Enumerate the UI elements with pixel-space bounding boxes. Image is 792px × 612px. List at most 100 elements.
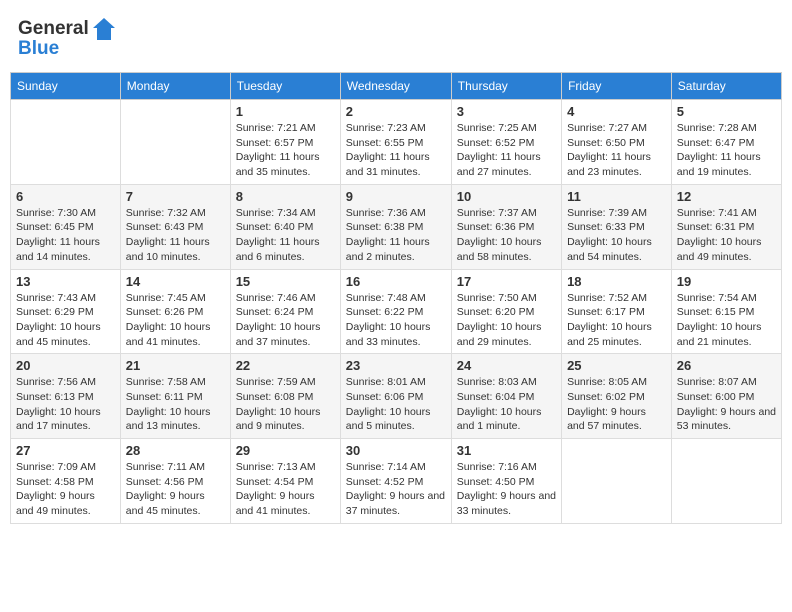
day-cell: 18 Sunrise: 7:52 AMSunset: 6:17 PMDayligh… bbox=[562, 269, 672, 354]
day-cell bbox=[11, 100, 121, 185]
day-cell: 17 Sunrise: 7:50 AMSunset: 6:20 PMDayligh… bbox=[451, 269, 561, 354]
day-number: 25 bbox=[567, 358, 666, 373]
day-info: Sunrise: 7:21 AMSunset: 6:57 PMDaylight:… bbox=[236, 121, 335, 180]
day-info: Sunrise: 8:07 AMSunset: 6:00 PMDaylight:… bbox=[677, 375, 776, 434]
day-cell: 13 Sunrise: 7:43 AMSunset: 6:29 PMDayligh… bbox=[11, 269, 121, 354]
day-number: 23 bbox=[346, 358, 446, 373]
weekday-header-tuesday: Tuesday bbox=[230, 73, 340, 100]
day-cell: 16Sunrise: 7:48 AMSunset: 6:22 PMDayligh… bbox=[340, 269, 451, 354]
weekday-header-saturday: Saturday bbox=[671, 73, 781, 100]
day-number: 16 bbox=[346, 274, 446, 289]
day-cell: 26 Sunrise: 8:07 AMSunset: 6:00 PMDayligh… bbox=[671, 354, 781, 439]
day-info: Sunrise: 7:43 AMSunset: 6:29 PMDaylight:… bbox=[16, 291, 115, 350]
day-cell: 2 Sunrise: 7:23 AMSunset: 6:55 PMDaylight… bbox=[340, 100, 451, 185]
day-cell: 12 Sunrise: 7:41 AMSunset: 6:31 PMDayligh… bbox=[671, 184, 781, 269]
day-number: 4 bbox=[567, 104, 666, 119]
day-info: Sunrise: 7:14 AMSunset: 4:52 PMDaylight:… bbox=[346, 460, 446, 519]
day-cell: 20 Sunrise: 7:56 AMSunset: 6:13 PMDayligh… bbox=[11, 354, 121, 439]
day-cell: 29 Sunrise: 7:13 AMSunset: 4:54 PMDayligh… bbox=[230, 439, 340, 524]
day-info: Sunrise: 7:28 AMSunset: 6:47 PMDaylight:… bbox=[677, 121, 776, 180]
day-number: 20 bbox=[16, 358, 115, 373]
day-cell: 24 Sunrise: 8:03 AMSunset: 6:04 PMDayligh… bbox=[451, 354, 561, 439]
day-info: Sunrise: 7:54 AMSunset: 6:15 PMDaylight:… bbox=[677, 291, 776, 350]
day-cell: 9 Sunrise: 7:36 AMSunset: 6:38 PMDaylight… bbox=[340, 184, 451, 269]
day-cell: 5 Sunrise: 7:28 AMSunset: 6:47 PMDaylight… bbox=[671, 100, 781, 185]
day-number: 12 bbox=[677, 189, 776, 204]
day-info: Sunrise: 7:41 AMSunset: 6:31 PMDaylight:… bbox=[677, 206, 776, 265]
week-row-4: 20 Sunrise: 7:56 AMSunset: 6:13 PMDayligh… bbox=[11, 354, 782, 439]
day-number: 14 bbox=[126, 274, 225, 289]
day-cell: 27Sunrise: 7:09 AMSunset: 4:58 PMDayligh… bbox=[11, 439, 121, 524]
weekday-header-wednesday: Wednesday bbox=[340, 73, 451, 100]
day-cell: 21 Sunrise: 7:58 AMSunset: 6:11 PMDayligh… bbox=[120, 354, 230, 439]
day-number: 17 bbox=[457, 274, 556, 289]
day-info: Sunrise: 7:37 AMSunset: 6:36 PMDaylight:… bbox=[457, 206, 556, 265]
day-number: 26 bbox=[677, 358, 776, 373]
day-info: Sunrise: 7:50 AMSunset: 6:20 PMDaylight:… bbox=[457, 291, 556, 350]
page-header: General Blue bbox=[10, 10, 782, 64]
day-info: Sunrise: 7:52 AMSunset: 6:17 PMDaylight:… bbox=[567, 291, 666, 350]
day-number: 30 bbox=[346, 443, 446, 458]
day-info: Sunrise: 7:58 AMSunset: 6:11 PMDaylight:… bbox=[126, 375, 225, 434]
week-row-5: 27Sunrise: 7:09 AMSunset: 4:58 PMDayligh… bbox=[11, 439, 782, 524]
weekday-header-monday: Monday bbox=[120, 73, 230, 100]
day-number: 31 bbox=[457, 443, 556, 458]
day-cell: 7 Sunrise: 7:32 AMSunset: 6:43 PMDaylight… bbox=[120, 184, 230, 269]
day-number: 9 bbox=[346, 189, 446, 204]
day-info: Sunrise: 7:11 AMSunset: 4:56 PMDaylight:… bbox=[126, 460, 225, 519]
day-info: Sunrise: 7:32 AMSunset: 6:43 PMDaylight:… bbox=[126, 206, 225, 265]
day-info: Sunrise: 7:30 AMSunset: 6:45 PMDaylight:… bbox=[16, 206, 115, 265]
day-number: 21 bbox=[126, 358, 225, 373]
week-row-2: 6 Sunrise: 7:30 AMSunset: 6:45 PMDaylight… bbox=[11, 184, 782, 269]
day-info: Sunrise: 8:05 AMSunset: 6:02 PMDaylight:… bbox=[567, 375, 666, 434]
week-row-3: 13 Sunrise: 7:43 AMSunset: 6:29 PMDayligh… bbox=[11, 269, 782, 354]
day-info: Sunrise: 7:56 AMSunset: 6:13 PMDaylight:… bbox=[16, 375, 115, 434]
day-cell: 25 Sunrise: 8:05 AMSunset: 6:02 PMDayligh… bbox=[562, 354, 672, 439]
day-info: Sunrise: 7:39 AMSunset: 6:33 PMDaylight:… bbox=[567, 206, 666, 265]
day-number: 13 bbox=[16, 274, 115, 289]
day-cell: 15 Sunrise: 7:46 AMSunset: 6:24 PMDayligh… bbox=[230, 269, 340, 354]
day-info: Sunrise: 7:09 AMSunset: 4:58 PMDaylight:… bbox=[16, 460, 115, 519]
weekday-header-sunday: Sunday bbox=[11, 73, 121, 100]
day-number: 3 bbox=[457, 104, 556, 119]
day-cell: 4Sunrise: 7:27 AMSunset: 6:50 PMDaylight… bbox=[562, 100, 672, 185]
day-number: 7 bbox=[126, 189, 225, 204]
day-info: Sunrise: 7:23 AMSunset: 6:55 PMDaylight:… bbox=[346, 121, 446, 180]
day-number: 15 bbox=[236, 274, 335, 289]
day-number: 10 bbox=[457, 189, 556, 204]
logo: General Blue bbox=[18, 14, 119, 60]
logo-icon bbox=[89, 14, 119, 44]
day-info: Sunrise: 7:45 AMSunset: 6:26 PMDaylight:… bbox=[126, 291, 225, 350]
day-info: Sunrise: 8:03 AMSunset: 6:04 PMDaylight:… bbox=[457, 375, 556, 434]
day-info: Sunrise: 7:16 AMSunset: 4:50 PMDaylight:… bbox=[457, 460, 556, 519]
day-cell: 6 Sunrise: 7:30 AMSunset: 6:45 PMDaylight… bbox=[11, 184, 121, 269]
day-info: Sunrise: 7:36 AMSunset: 6:38 PMDaylight:… bbox=[346, 206, 446, 265]
day-cell bbox=[562, 439, 672, 524]
day-info: Sunrise: 8:01 AMSunset: 6:06 PMDaylight:… bbox=[346, 375, 446, 434]
calendar-table: SundayMondayTuesdayWednesdayThursdayFrid… bbox=[10, 72, 782, 524]
week-row-1: 1 Sunrise: 7:21 AMSunset: 6:57 PMDaylight… bbox=[11, 100, 782, 185]
day-cell: 19Sunrise: 7:54 AMSunset: 6:15 PMDayligh… bbox=[671, 269, 781, 354]
day-cell: 23 Sunrise: 8:01 AMSunset: 6:06 PMDayligh… bbox=[340, 354, 451, 439]
day-cell: 11 Sunrise: 7:39 AMSunset: 6:33 PMDayligh… bbox=[562, 184, 672, 269]
day-cell: 8Sunrise: 7:34 AMSunset: 6:40 PMDaylight… bbox=[230, 184, 340, 269]
day-info: Sunrise: 7:59 AMSunset: 6:08 PMDaylight:… bbox=[236, 375, 335, 434]
day-number: 29 bbox=[236, 443, 335, 458]
day-info: Sunrise: 7:25 AMSunset: 6:52 PMDaylight:… bbox=[457, 121, 556, 180]
day-cell: 30 Sunrise: 7:14 AMSunset: 4:52 PMDayligh… bbox=[340, 439, 451, 524]
day-cell: 14 Sunrise: 7:45 AMSunset: 6:26 PMDayligh… bbox=[120, 269, 230, 354]
day-cell: 31 Sunrise: 7:16 AMSunset: 4:50 PMDayligh… bbox=[451, 439, 561, 524]
weekday-header-friday: Friday bbox=[562, 73, 672, 100]
day-number: 18 bbox=[567, 274, 666, 289]
day-info: Sunrise: 7:46 AMSunset: 6:24 PMDaylight:… bbox=[236, 291, 335, 350]
day-cell bbox=[120, 100, 230, 185]
day-number: 11 bbox=[567, 189, 666, 204]
day-cell: 22Sunrise: 7:59 AMSunset: 6:08 PMDayligh… bbox=[230, 354, 340, 439]
weekday-header-thursday: Thursday bbox=[451, 73, 561, 100]
day-number: 1 bbox=[236, 104, 335, 119]
day-number: 24 bbox=[457, 358, 556, 373]
day-number: 5 bbox=[677, 104, 776, 119]
day-number: 6 bbox=[16, 189, 115, 204]
day-number: 2 bbox=[346, 104, 446, 119]
day-info: Sunrise: 7:13 AMSunset: 4:54 PMDaylight:… bbox=[236, 460, 335, 519]
